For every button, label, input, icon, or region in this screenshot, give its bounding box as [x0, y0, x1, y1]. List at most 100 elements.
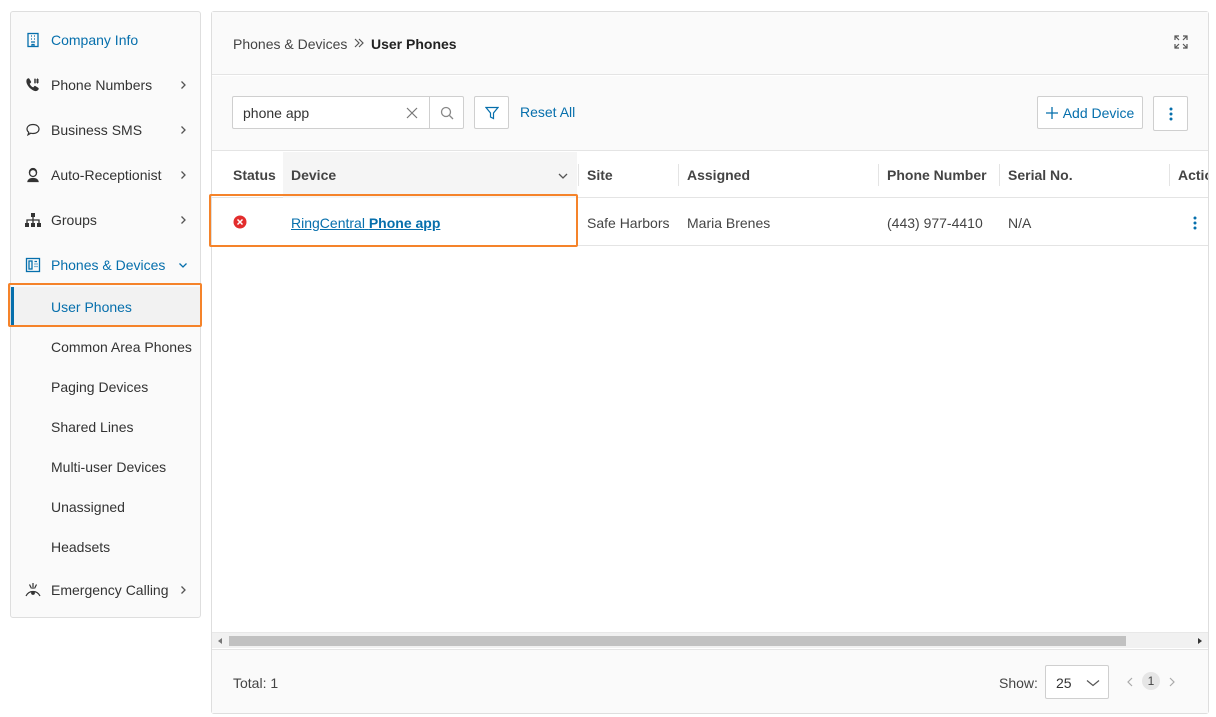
sidebar-item-business-sms[interactable]: Business SMS: [11, 110, 200, 150]
filter-icon: [484, 106, 499, 119]
page-size-value: 25: [1056, 675, 1072, 691]
desk-phone-icon: [24, 256, 42, 274]
reset-all-link[interactable]: Reset All: [520, 104, 575, 120]
column-divider: [878, 164, 879, 186]
table-header: Status Device Site Assigned Phone Number…: [212, 152, 1208, 198]
column-header-serial-no[interactable]: Serial No.: [1008, 152, 1073, 198]
sidebar-subitem-user-phones[interactable]: User Phones: [11, 287, 200, 327]
sidebar-item-phone-numbers[interactable]: Phone Numbers: [11, 65, 200, 105]
error-status-icon: [233, 215, 247, 229]
column-header-phone-number[interactable]: Phone Number: [887, 152, 987, 198]
column-divider: [678, 164, 679, 186]
chevron-right-icon: [181, 171, 186, 179]
chevron-down-icon: [179, 263, 187, 268]
chat-bubble-icon: [24, 121, 42, 139]
search-box: [232, 96, 464, 129]
groups-icon: [24, 211, 42, 229]
chevron-right-icon: [181, 216, 186, 224]
double-chevron-right-icon: [354, 38, 364, 48]
sidebar-subitem-unassigned[interactable]: Unassigned: [11, 487, 200, 527]
column-header-status[interactable]: Status: [233, 152, 276, 198]
table-row: RingCentral Phone app Safe Harbors Maria…: [212, 199, 1208, 246]
chevron-right-icon: [181, 586, 186, 594]
search-input[interactable]: [234, 98, 404, 127]
devices-table: Status Device Site Assigned Phone Number…: [212, 152, 1208, 631]
device-link[interactable]: RingCentral Phone app: [291, 215, 440, 231]
breadcrumb-parent[interactable]: Phones & Devices: [233, 36, 347, 52]
emergency-icon: [24, 581, 42, 599]
column-header-device[interactable]: Device: [291, 152, 336, 198]
scroll-left-icon[interactable]: [216, 637, 224, 645]
sidebar-subitem-label: User Phones: [51, 299, 132, 315]
page-header: Phones & Devices User Phones: [212, 12, 1208, 75]
page-number[interactable]: 1: [1142, 672, 1160, 690]
row-actions-icon[interactable]: [1190, 215, 1200, 231]
plus-icon: [1045, 106, 1058, 119]
fullscreen-icon[interactable]: [1174, 35, 1188, 49]
sidebar-subitem-label: Shared Lines: [51, 419, 134, 435]
sidebar-subitem-label: Multi-user Devices: [51, 459, 167, 475]
search-icon: [440, 106, 453, 119]
sidebar-subitem-common-area-phones[interactable]: Common Area Phones: [11, 327, 200, 367]
sidebar-item-groups[interactable]: Groups: [11, 200, 200, 240]
sidebar-subitem-label: Common Area Phones: [51, 339, 192, 355]
clear-icon[interactable]: [405, 106, 419, 120]
breadcrumb-current: User Phones: [371, 36, 457, 52]
sidebar-subitem-shared-lines[interactable]: Shared Lines: [11, 407, 200, 447]
device-link-prefix: RingCentral: [291, 214, 365, 231]
sidebar-subitem-label: Headsets: [51, 539, 111, 555]
device-cell: RingCentral Phone app: [291, 199, 440, 246]
vertical-dots-icon: [1169, 107, 1172, 120]
phone-numbers-icon: [24, 76, 42, 94]
sidebar-item-emergency-calling[interactable]: Emergency Calling: [11, 570, 200, 610]
sidebar-item-phones-devices[interactable]: Phones & Devices: [11, 245, 200, 285]
sidebar-subitem-label: Unassigned: [51, 499, 125, 515]
page-size-select[interactable]: 25: [1045, 665, 1109, 699]
column-header-assigned[interactable]: Assigned: [687, 152, 750, 198]
sidebar-item-label: Emergency Calling: [51, 582, 169, 598]
column-divider: [1169, 164, 1170, 186]
phone-number-cell: (443) 977-4410: [887, 214, 983, 231]
show-label: Show:: [999, 675, 1038, 691]
table-footer: Total: 1 Show: 25 1: [212, 649, 1208, 713]
sidebar-item-label: Groups: [51, 212, 97, 228]
sidebar-item-label: Company Info: [51, 32, 139, 48]
sidebar-subitem-label: Paging Devices: [51, 379, 149, 395]
column-header-site[interactable]: Site: [587, 152, 613, 198]
chevron-right-icon: [181, 126, 186, 134]
sidebar: Company Info Phone Numbers Business SMS …: [10, 11, 201, 618]
prev-page-icon[interactable]: [1125, 676, 1135, 688]
add-device-label: Add Device: [1062, 104, 1135, 121]
sidebar-subitem-headsets[interactable]: Headsets: [11, 527, 200, 567]
horizontal-scrollbar[interactable]: [212, 632, 1208, 648]
main-panel: Phones & Devices User Phones Reset All A…: [211, 11, 1209, 714]
scroll-right-icon[interactable]: [1196, 637, 1204, 645]
column-header-actions[interactable]: Actio: [1178, 152, 1208, 198]
scrollbar-thumb[interactable]: [229, 636, 1126, 646]
toolbar: Reset All Add Device: [212, 76, 1208, 151]
column-divider: [999, 164, 1000, 186]
filter-button[interactable]: [474, 96, 509, 129]
receptionist-icon: [24, 166, 42, 184]
sidebar-subitem-multi-user-devices[interactable]: Multi-user Devices: [11, 447, 200, 487]
total-count: Total: 1: [233, 675, 279, 691]
sidebar-item-company-info[interactable]: Company Info: [11, 20, 200, 60]
chevron-down-icon: [1086, 680, 1100, 687]
column-divider: [578, 164, 579, 186]
more-options-button[interactable]: [1153, 96, 1188, 131]
next-page-icon[interactable]: [1167, 676, 1177, 688]
add-device-button[interactable]: Add Device: [1037, 96, 1143, 129]
device-link-name: Phone app: [368, 214, 441, 231]
sidebar-item-label: Phones & Devices: [51, 257, 166, 273]
sidebar-item-label: Phone Numbers: [51, 77, 153, 93]
site-cell: Safe Harbors: [587, 214, 670, 231]
sidebar-item-label: Auto-Receptionist: [51, 167, 162, 183]
chevron-right-icon: [181, 81, 186, 89]
building-icon: [24, 31, 42, 49]
sidebar-item-label: Business SMS: [51, 122, 143, 138]
search-button[interactable]: [429, 97, 463, 128]
sidebar-subitem-paging-devices[interactable]: Paging Devices: [11, 367, 200, 407]
chevron-down-icon[interactable]: [557, 170, 569, 182]
sidebar-item-auto-receptionist[interactable]: Auto-Receptionist: [11, 155, 200, 195]
assigned-cell: Maria Brenes: [687, 214, 771, 231]
